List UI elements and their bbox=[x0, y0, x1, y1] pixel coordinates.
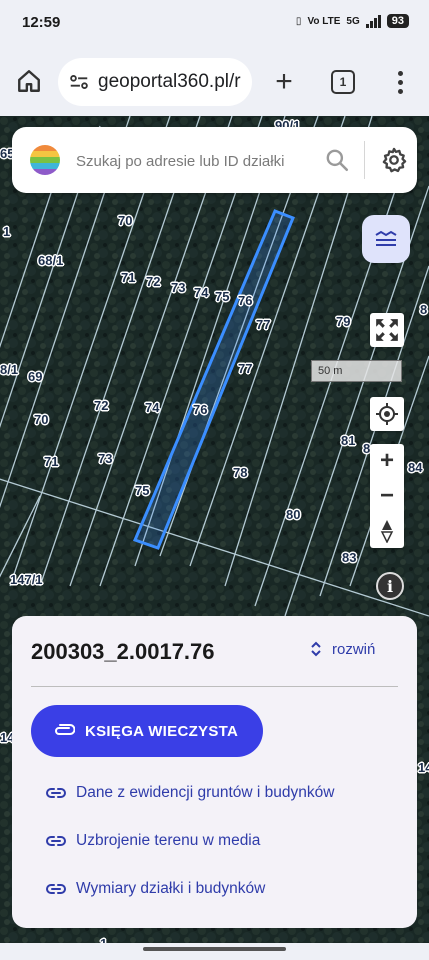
link-label: Uzbrojenie terenu w media bbox=[76, 832, 261, 849]
plot-label: 74 bbox=[145, 400, 160, 415]
paperclip-icon bbox=[55, 724, 75, 735]
plot-label: 70 bbox=[118, 213, 133, 228]
vibrate-icon: ▯ bbox=[295, 15, 302, 27]
plus-icon: + bbox=[275, 65, 293, 98]
volte-label: Vo LTE bbox=[307, 15, 341, 27]
locate-button[interactable] bbox=[370, 397, 404, 431]
browser-menu-button[interactable] bbox=[390, 66, 410, 98]
plot-label: 68/1 bbox=[38, 253, 64, 268]
plot-label: 74 bbox=[194, 285, 209, 300]
info-icon: i bbox=[386, 576, 394, 596]
link-utilities[interactable]: Uzbrojenie terenu w media bbox=[46, 832, 260, 850]
parcel-card: 200303_2.0017.76 rozwiń KSIĘGA WIECZYSTA… bbox=[12, 616, 417, 928]
land-register-button[interactable]: KSIĘGA WIECZYSTA bbox=[31, 705, 263, 757]
plot-label: 83 bbox=[342, 550, 357, 565]
status-time: 12:59 bbox=[22, 14, 61, 31]
status-bar: 12:59 ▯ Vo LTE 5G 93 bbox=[0, 0, 429, 48]
plot-label: 1 bbox=[100, 936, 107, 943]
expand-button[interactable]: rozwiń bbox=[310, 640, 375, 658]
zoom-in-button[interactable]: + bbox=[370, 444, 404, 478]
plot-label: 77 bbox=[238, 361, 253, 376]
plot-label: 69 bbox=[28, 369, 43, 384]
plot-label: 72 bbox=[146, 274, 161, 289]
fullscreen-button[interactable] bbox=[370, 313, 404, 347]
plot-label: 1 bbox=[3, 224, 11, 239]
plot-label: 14 bbox=[418, 760, 429, 775]
browser-toolbar: geoportal360.pl/r + 1 bbox=[0, 48, 429, 116]
link-icon bbox=[46, 788, 66, 798]
home-icon bbox=[18, 70, 40, 92]
plot-label: 77 bbox=[256, 317, 271, 332]
fullscreen-icon bbox=[376, 319, 398, 341]
new-tab-button[interactable]: + bbox=[268, 66, 300, 98]
compass-button[interactable] bbox=[370, 514, 404, 548]
zoom-out-button[interactable]: − bbox=[370, 479, 404, 513]
plot-label: 79 bbox=[336, 314, 351, 329]
search-icon[interactable] bbox=[324, 147, 350, 173]
url-text: geoportal360.pl/r bbox=[98, 71, 241, 92]
plot-label: 71 bbox=[121, 270, 136, 285]
link-icon bbox=[46, 884, 66, 894]
compass-icon bbox=[380, 520, 394, 543]
link-land-records[interactable]: Dane z ewidencji gruntów i budynków bbox=[46, 784, 334, 802]
link-label: Dane z ewidencji gruntów i budynków bbox=[76, 784, 335, 801]
site-settings-icon[interactable] bbox=[68, 71, 90, 93]
plot-label: 75 bbox=[215, 289, 230, 304]
zoom-controls: + − bbox=[370, 444, 404, 548]
status-icons: ▯ Vo LTE 5G 93 bbox=[296, 14, 409, 28]
plot-label: 73 bbox=[98, 451, 113, 466]
network-label: 5G bbox=[346, 15, 360, 27]
plot-label: 84 bbox=[408, 460, 423, 475]
system-nav-bar bbox=[0, 943, 429, 960]
link-icon bbox=[46, 836, 66, 846]
search-bar bbox=[12, 127, 417, 193]
parcel-id: 200303_2.0017.76 bbox=[31, 639, 215, 664]
plot-label: 70 bbox=[34, 412, 49, 427]
card-divider bbox=[31, 686, 398, 687]
plot-label: 78 bbox=[233, 465, 248, 480]
expand-label: rozwiń bbox=[332, 640, 376, 658]
battery-indicator: 93 bbox=[386, 14, 409, 28]
search-divider bbox=[364, 141, 365, 179]
land-register-label: KSIĘGA WIECZYSTA bbox=[85, 722, 239, 740]
plot-label: 72 bbox=[94, 398, 109, 413]
plot-label: 80 bbox=[286, 507, 301, 522]
gesture-handle[interactable] bbox=[143, 947, 286, 951]
locate-icon bbox=[376, 403, 398, 425]
layers-button[interactable] bbox=[362, 215, 410, 263]
plot-label: 76 bbox=[238, 293, 253, 308]
address-bar[interactable]: geoportal360.pl/r bbox=[58, 58, 252, 106]
plot-label: 75 bbox=[135, 483, 150, 498]
scale-bar: 50 m bbox=[311, 360, 402, 382]
plot-label: 76 bbox=[193, 402, 208, 417]
gear-icon[interactable] bbox=[380, 146, 408, 174]
plot-label: 8 bbox=[420, 302, 428, 317]
plot-label: 147/1 bbox=[10, 572, 43, 587]
plot-label: 73 bbox=[171, 280, 186, 295]
search-input[interactable] bbox=[76, 149, 306, 173]
app-logo bbox=[30, 145, 60, 175]
tab-switcher-button[interactable]: 1 bbox=[331, 70, 355, 94]
plot-label: 71 bbox=[44, 454, 59, 469]
expand-icon bbox=[311, 641, 321, 657]
home-button[interactable] bbox=[14, 66, 44, 96]
signal-icon bbox=[365, 14, 381, 28]
link-label: Wymiary działki i budynków bbox=[76, 880, 266, 897]
plot-label: 81 bbox=[341, 433, 356, 448]
plot-label: 8/1 bbox=[0, 362, 19, 377]
link-dimensions[interactable]: Wymiary działki i budynków bbox=[46, 880, 265, 898]
info-button[interactable]: i bbox=[376, 572, 404, 600]
layers-icon bbox=[375, 230, 397, 246]
